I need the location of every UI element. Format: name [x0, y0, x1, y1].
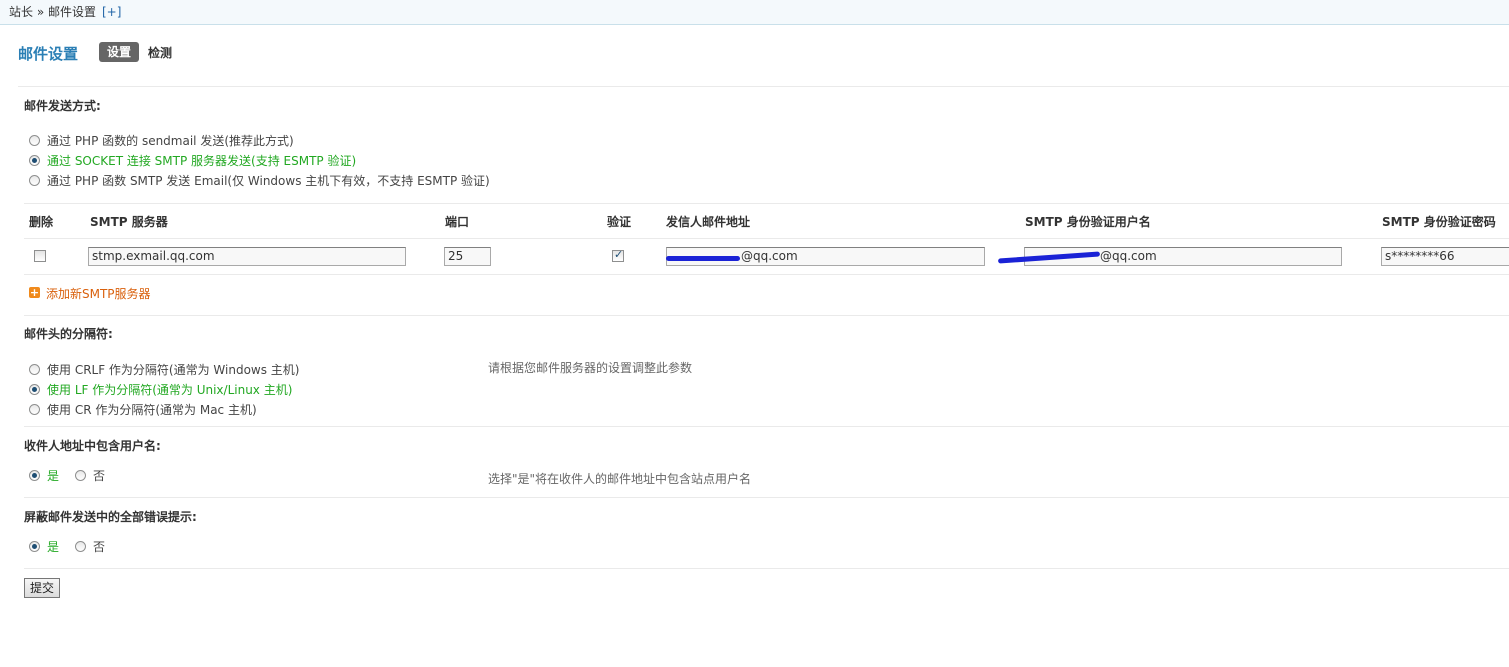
mute-errors-title: 屏蔽邮件发送中的全部错误提示:: [24, 510, 197, 524]
send-method-option-socket[interactable]: 通过 SOCKET 连接 SMTP 服务器发送(支持 ESMTP 验证): [29, 151, 356, 169]
send-method-title: 邮件发送方式:: [24, 99, 101, 113]
add-smtp-server-link[interactable]: 添加新SMTP服务器: [46, 285, 151, 302]
smtp-port-input[interactable]: 25: [444, 247, 491, 266]
breadcrumb: 站长 » 邮件设置 [+]: [9, 3, 121, 20]
separator-hint: 请根据您邮件服务器的设置调整此参数: [488, 361, 693, 375]
divider: [24, 274, 1509, 275]
divider: [24, 238, 1509, 239]
radio-button-selected[interactable]: [29, 154, 40, 166]
radio-button[interactable]: [29, 363, 40, 375]
include-username-title: 收件人地址中包含用户名:: [24, 439, 161, 453]
radio-no[interactable]: [75, 540, 87, 552]
col-header-auth: 验证: [607, 215, 632, 229]
separator-option-crlf[interactable]: 使用 CRLF 作为分隔符(通常为 Windows 主机): [29, 360, 300, 378]
option-label-no: 否: [93, 468, 106, 483]
tab-settings[interactable]: 设置: [99, 42, 139, 62]
col-header-from: 发信人邮件地址: [666, 215, 751, 229]
option-label: 使用 CR 作为分隔符(通常为 Mac 主机): [47, 402, 257, 417]
include-username-options: 是 否: [29, 466, 105, 484]
divider: [18, 86, 1509, 87]
option-label-yes: 是: [47, 539, 60, 554]
auth-checkbox[interactable]: [612, 248, 624, 262]
breadcrumb-path: 站长 » 邮件设置: [9, 5, 96, 19]
divider: [24, 497, 1509, 498]
smtp-server-input[interactable]: stmp.exmail.qq.com: [88, 247, 406, 266]
radio-no[interactable]: [75, 469, 87, 481]
radio-button[interactable]: [29, 403, 40, 415]
divider: [24, 315, 1509, 316]
col-header-password: SMTP 身份验证密码: [1382, 215, 1496, 229]
col-header-user: SMTP 身份验证用户名: [1025, 215, 1151, 229]
submit-button[interactable]: 提交: [24, 578, 60, 598]
add-icon[interactable]: +: [29, 287, 40, 298]
include-username-hint: 选择"是"将在收件人的邮件地址中包含站点用户名: [488, 472, 752, 486]
divider: [24, 568, 1509, 569]
tab-check[interactable]: 检测: [148, 44, 172, 61]
option-label: 通过 SOCKET 连接 SMTP 服务器发送(支持 ESMTP 验证): [47, 153, 357, 168]
breadcrumb-expand-link[interactable]: [+]: [102, 5, 121, 19]
col-header-port: 端口: [445, 215, 470, 229]
radio-button-selected[interactable]: [29, 383, 40, 395]
radio-button[interactable]: [29, 134, 40, 146]
send-method-option-sendmail[interactable]: 通过 PHP 函数的 sendmail 发送(推荐此方式): [29, 131, 294, 149]
mute-errors-options: 是 否: [29, 537, 105, 555]
col-header-delete: 删除: [29, 215, 54, 229]
separator-title: 邮件头的分隔符:: [24, 327, 113, 341]
divider: [24, 426, 1509, 427]
radio-yes[interactable]: [29, 469, 40, 481]
radio-button[interactable]: [29, 174, 40, 186]
option-label: 通过 PHP 函数的 sendmail 发送(推荐此方式): [47, 133, 294, 148]
page-title: 邮件设置: [18, 45, 79, 63]
breadcrumb-bar: 站长 » 邮件设置 [+]: [0, 0, 1509, 25]
delete-checkbox[interactable]: [34, 250, 46, 262]
option-label: 通过 PHP 函数 SMTP 发送 Email(仅 Windows 主机下有效，…: [47, 173, 490, 188]
option-label-no: 否: [93, 539, 106, 554]
send-method-option-php-smtp[interactable]: 通过 PHP 函数 SMTP 发送 Email(仅 Windows 主机下有效，…: [29, 171, 490, 189]
separator-option-cr[interactable]: 使用 CR 作为分隔符(通常为 Mac 主机): [29, 400, 257, 418]
separator-option-lf[interactable]: 使用 LF 作为分隔符(通常为 Unix/Linux 主机): [29, 380, 292, 398]
auth-password-input[interactable]: s********66: [1381, 247, 1509, 266]
redaction-mark: [666, 256, 740, 261]
radio-yes[interactable]: [29, 540, 40, 552]
divider: [24, 203, 1509, 204]
option-label: 使用 LF 作为分隔符(通常为 Unix/Linux 主机): [47, 382, 293, 397]
option-label-yes: 是: [47, 468, 60, 483]
option-label: 使用 CRLF 作为分隔符(通常为 Windows 主机): [47, 362, 300, 377]
col-header-server: SMTP 服务器: [90, 215, 168, 229]
